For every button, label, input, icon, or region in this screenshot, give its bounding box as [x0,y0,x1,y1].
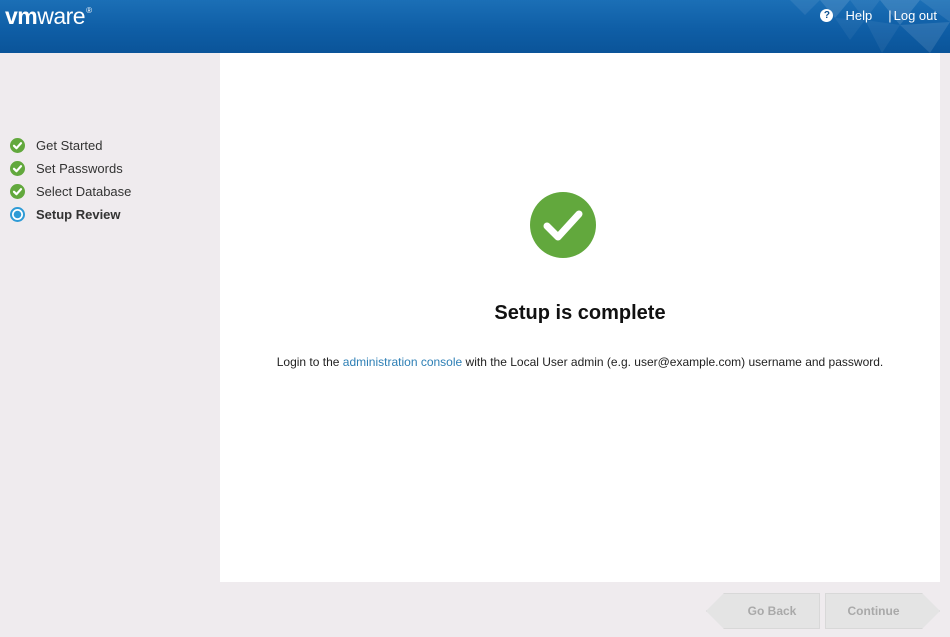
vmware-logo: vmware® [5,3,92,30]
check-circle-icon [10,161,25,176]
wizard-steps: Get Started Set Passwords Select Databas… [10,134,131,226]
administration-console-link[interactable]: administration console [343,355,462,369]
header-links: ? Help | Log out [820,8,937,23]
success-check-icon [530,192,596,258]
step-label: Get Started [36,138,103,153]
logo-registered: ® [86,6,92,15]
step-set-passwords: Set Passwords [10,157,131,180]
check-circle-icon [10,138,25,153]
step-select-database: Select Database [10,180,131,203]
check-circle-icon [10,184,25,199]
current-step-icon [10,207,25,222]
step-label: Setup Review [36,207,121,222]
step-label: Select Database [36,184,132,199]
help-link[interactable]: Help [845,8,872,23]
help-icon[interactable]: ? [820,9,834,22]
step-setup-review: Setup Review [10,203,131,226]
main-content: Setup is complete Login to the administr… [220,53,940,582]
completion-message: Login to the administration console with… [220,355,940,369]
step-label: Set Passwords [36,161,123,176]
go-back-button[interactable]: Go Back [706,593,820,629]
logo-ware: ware [37,3,86,29]
message-prefix: Login to the [276,355,343,369]
logo-vm: vm [5,3,38,29]
top-header: vmware® ? Help | Log out [0,0,950,53]
header-separator: | [888,8,892,23]
page-title: Setup is complete [494,302,666,324]
sidebar: Get Started Set Passwords Select Databas… [0,53,220,637]
logout-link[interactable]: Log out [894,8,937,23]
continue-button[interactable]: Continue [825,593,940,629]
message-suffix: with the Local User admin (e.g. user@exa… [462,355,884,369]
step-get-started: Get Started [10,134,131,157]
